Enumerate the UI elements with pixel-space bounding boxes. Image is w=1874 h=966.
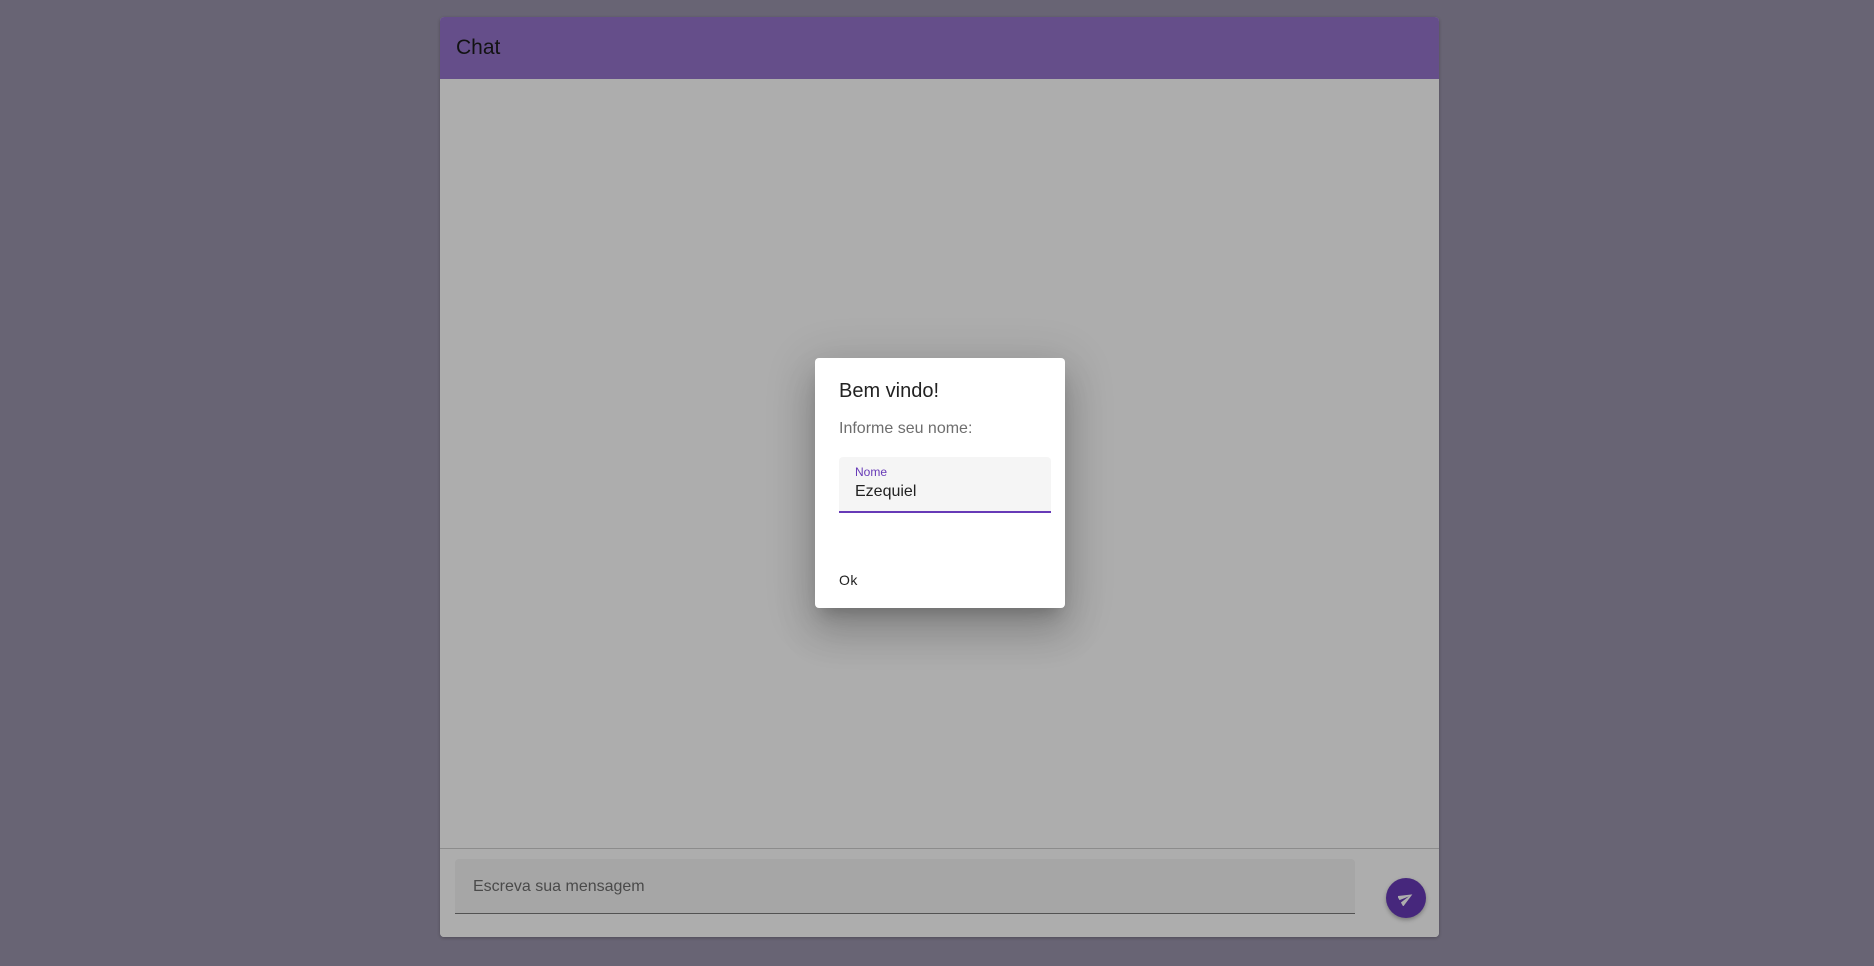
name-field-label: Nome <box>855 465 888 479</box>
dialog-title: Bem vindo! <box>839 380 940 402</box>
dialog-subtitle: Informe seu nome: <box>839 420 973 437</box>
name-field[interactable]: Nome <box>839 457 1051 513</box>
welcome-dialog: Bem vindo! Informe seu nome: Nome Ok <box>815 358 1065 608</box>
name-input[interactable] <box>855 481 1035 503</box>
ok-button[interactable]: Ok <box>831 562 866 598</box>
